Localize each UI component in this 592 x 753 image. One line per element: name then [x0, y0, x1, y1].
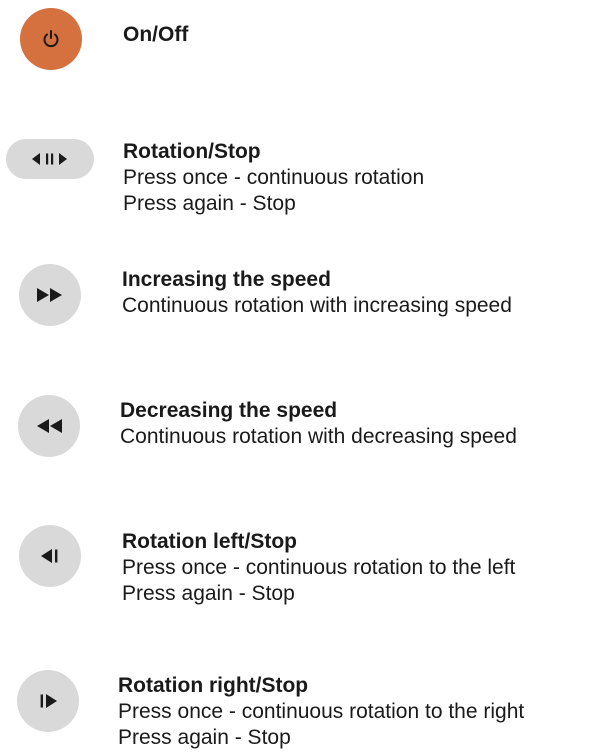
rotation-stop-icon [32, 153, 67, 165]
on-off-button[interactable] [20, 8, 82, 70]
rotation-stop-button[interactable] [6, 139, 94, 179]
item-rotation-right: Rotation right/Stop Press once - continu… [118, 673, 524, 751]
rotation-left-button[interactable] [19, 525, 81, 587]
item-description-line: Continuous rotation with decreasing spee… [120, 425, 517, 448]
item-rotation-left: Rotation left/Stop Press once - continuo… [122, 529, 515, 607]
item-title: Rotation/Stop [123, 140, 261, 163]
item-description-line: Press again - Stop [118, 726, 291, 749]
item-title: Increasing the speed [122, 268, 331, 291]
item-description-line: Continuous rotation with increasing spee… [122, 294, 512, 317]
item-description-line: Press again - Stop [122, 582, 295, 605]
increase-speed-button[interactable] [19, 264, 81, 326]
item-description-line: Press again - Stop [123, 192, 296, 215]
rotation-right-button[interactable] [17, 670, 79, 732]
item-decrease-speed: Decreasing the speed Continuous rotation… [120, 398, 517, 450]
item-rotation-stop: Rotation/Stop Press once - continuous ro… [123, 139, 424, 217]
item-on-off: On/Off [123, 22, 188, 48]
rotate-left-icon [41, 549, 58, 563]
item-description-line: Press once - continuous rotation to the … [118, 700, 525, 723]
item-title: Decreasing the speed [120, 399, 338, 422]
item-title: Rotation right/Stop [118, 674, 309, 697]
power-icon [43, 30, 59, 48]
item-title: Rotation left/Stop [122, 530, 297, 553]
item-title: On/Off [123, 23, 189, 46]
rewind-icon [37, 419, 62, 433]
rotate-right-icon [40, 694, 57, 708]
item-increase-speed: Increasing the speed Continuous rotation… [122, 267, 512, 319]
fast-forward-icon [37, 288, 62, 302]
item-description-line: Press once - continuous rotation to the … [122, 556, 516, 579]
item-description-line: Press once - continuous rotation [123, 166, 425, 189]
decrease-speed-button[interactable] [18, 395, 80, 457]
